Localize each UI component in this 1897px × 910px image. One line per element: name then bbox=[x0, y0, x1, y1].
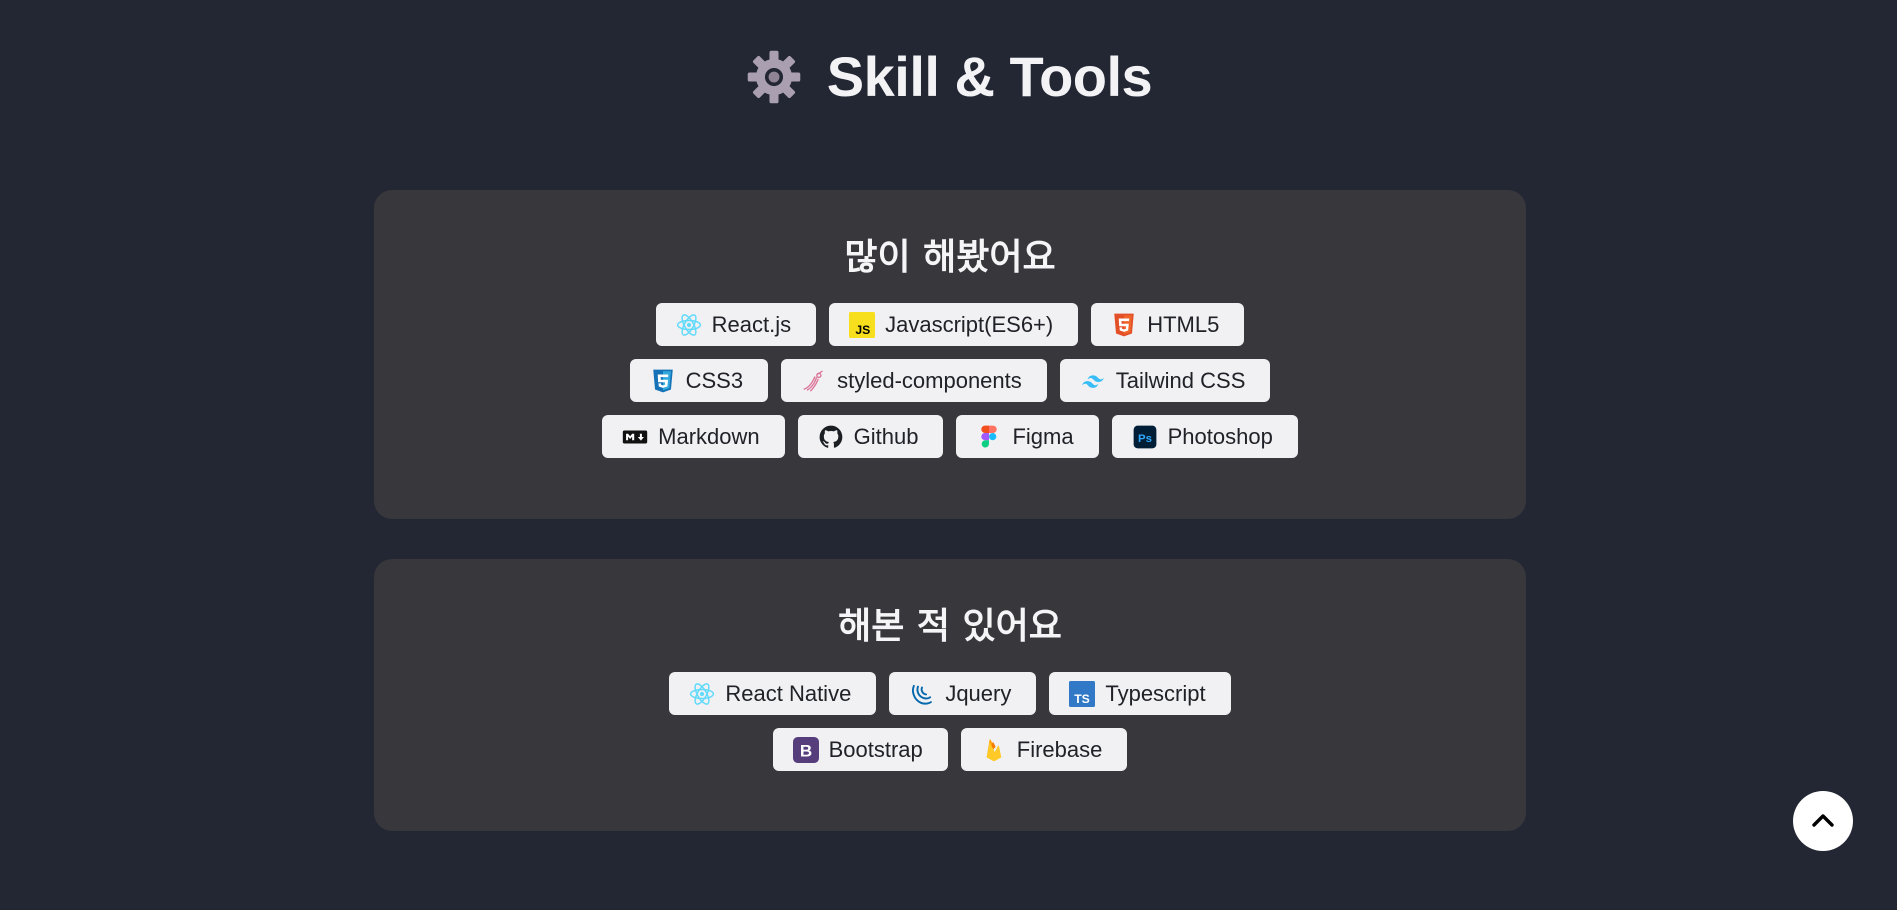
page-header: Skill & Tools bbox=[0, 44, 1897, 109]
chevron-up-icon bbox=[1812, 814, 1834, 827]
skill-tag-css3: CSS3 bbox=[629, 359, 769, 402]
skill-tag-javascript: JS Javascript(ES6+) bbox=[829, 303, 1079, 346]
skill-label: Figma bbox=[1012, 423, 1074, 449]
html5-icon bbox=[1111, 312, 1137, 338]
skill-tag-react-native: React Native bbox=[669, 672, 877, 715]
github-icon bbox=[818, 424, 844, 450]
css3-icon bbox=[650, 368, 676, 394]
skill-label: Github bbox=[853, 423, 919, 449]
skill-label: Firebase bbox=[1016, 736, 1103, 762]
skill-tag-styled-components: styled-components bbox=[781, 359, 1047, 402]
skill-tag-tailwind: Tailwind CSS bbox=[1059, 359, 1271, 402]
skill-label: Markdown bbox=[658, 423, 760, 449]
skill-tag-html5: HTML5 bbox=[1091, 303, 1245, 346]
tag-row: CSS3 styled-components Tailwind CSS bbox=[374, 359, 1526, 402]
react-icon bbox=[689, 681, 715, 707]
skill-label: React.js bbox=[711, 311, 792, 337]
skill-tag-bootstrap: B Bootstrap bbox=[772, 728, 948, 771]
skill-tag-github: Github bbox=[797, 415, 944, 458]
skill-label: React Native bbox=[725, 680, 852, 706]
skill-label: Tailwind CSS bbox=[1115, 367, 1246, 393]
section-heading: 해본 적 있어요 bbox=[838, 606, 1062, 647]
skill-tag-jquery: Jquery bbox=[889, 672, 1037, 715]
gear-icon bbox=[747, 50, 801, 103]
markdown-icon bbox=[622, 424, 648, 450]
skill-tag-react: React.js bbox=[655, 303, 817, 346]
tailwind-icon bbox=[1080, 368, 1106, 394]
jquery-icon bbox=[909, 681, 935, 707]
tag-row: React.js JS Javascript(ES6+) HTML5 bbox=[374, 303, 1526, 346]
skill-label: Jquery bbox=[945, 680, 1012, 706]
figma-icon bbox=[976, 424, 1002, 450]
skill-label: HTML5 bbox=[1147, 311, 1220, 337]
photoshop-icon: Ps bbox=[1132, 424, 1158, 450]
react-icon bbox=[676, 312, 702, 338]
skill-label: CSS3 bbox=[685, 367, 744, 393]
page-title: Skill & Tools bbox=[826, 45, 1153, 108]
skills-frequent-card: 많이 해봤어요 React.js JS Javascript(ES6+) HTM… bbox=[374, 190, 1526, 519]
skill-label: Javascript(ES6+) bbox=[885, 311, 1054, 337]
svg-text:TS: TS bbox=[1075, 691, 1091, 705]
bootstrap-icon: B bbox=[792, 736, 819, 763]
section-heading: 많이 해봤어요 bbox=[844, 237, 1056, 278]
svg-text:B: B bbox=[799, 741, 811, 760]
skill-tag-firebase: Firebase bbox=[960, 728, 1128, 771]
skill-tag-markdown: Markdown bbox=[602, 415, 785, 458]
styled-components-icon bbox=[801, 368, 827, 394]
skill-label: Bootstrap bbox=[828, 736, 923, 762]
svg-text:JS: JS bbox=[855, 322, 870, 336]
skill-label: Typescript bbox=[1105, 680, 1206, 706]
javascript-icon: JS bbox=[849, 311, 876, 338]
svg-text:Ps: Ps bbox=[1138, 432, 1152, 444]
skill-label: styled-components bbox=[837, 367, 1022, 393]
skills-tried-card: 해본 적 있어요 React Native Jquery TS Typescri… bbox=[374, 559, 1526, 831]
skill-tag-figma: Figma bbox=[956, 415, 1099, 458]
scroll-to-top-button[interactable] bbox=[1793, 791, 1853, 851]
tag-row: B Bootstrap Firebase bbox=[374, 728, 1526, 771]
skill-tag-typescript: TS Typescript bbox=[1049, 672, 1231, 715]
firebase-icon bbox=[981, 737, 1007, 763]
tag-row: Markdown Github Figma Ps Photoshop bbox=[374, 415, 1526, 458]
typescript-icon: TS bbox=[1069, 680, 1096, 707]
tag-row: React Native Jquery TS Typescript bbox=[374, 672, 1526, 715]
skill-label: Photoshop bbox=[1167, 423, 1273, 449]
skill-tag-photoshop: Ps Photoshop bbox=[1111, 415, 1298, 458]
